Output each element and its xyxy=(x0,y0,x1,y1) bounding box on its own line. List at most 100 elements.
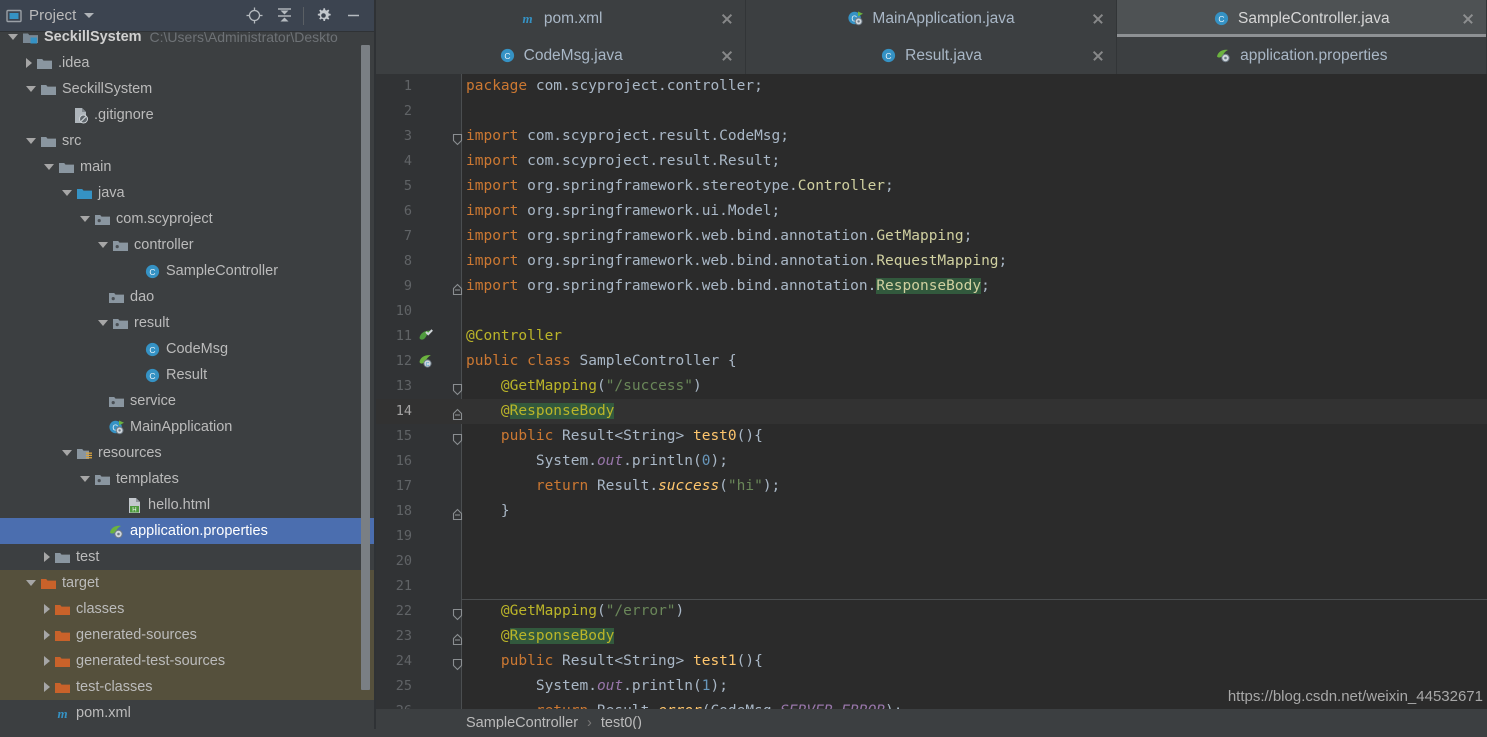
tree-node-target[interactable]: target xyxy=(0,570,374,596)
tree-node-generated-test-sources[interactable]: generated-test-sources xyxy=(0,648,374,674)
code-line-7[interactable]: 7 import org.springframework.web.bind.ann… xyxy=(376,224,1487,249)
project-tree-scrollbar[interactable] xyxy=(361,45,370,690)
tree-node-result[interactable]: C Result xyxy=(0,362,374,388)
code-text[interactable]: System.out.println(1); xyxy=(466,674,728,699)
tree-node-com-scyproject[interactable]: com.scyproject xyxy=(0,206,374,232)
tree-toggle-expanded-icon[interactable] xyxy=(98,320,108,326)
tree-toggle-expanded-icon[interactable] xyxy=(8,34,18,40)
tree-node-seckillsystem[interactable]: SeckillSystem C:\Users\Administrator\Desk… xyxy=(0,24,374,50)
code-text[interactable]: @GetMapping("/success") xyxy=(466,374,702,399)
tree-toggle-expanded-icon[interactable] xyxy=(98,242,108,248)
code-text[interactable]: import org.springframework.web.bind.anno… xyxy=(466,274,990,299)
code-text[interactable]: public class SampleController { xyxy=(466,349,737,374)
tree-toggle-expanded-icon[interactable] xyxy=(26,86,36,92)
project-tree[interactable]: SeckillSystem C:\Users\Administrator\Desk… xyxy=(0,24,374,729)
tree-toggle-expanded-icon[interactable] xyxy=(80,476,90,482)
code-text[interactable]: import org.springframework.web.bind.anno… xyxy=(466,224,972,249)
code-text[interactable]: public Result<String> test0(){ xyxy=(466,424,763,449)
code-line-1[interactable]: 1 package com.scyproject.controller; xyxy=(376,74,1487,99)
tree-node-seckillsystem[interactable]: SeckillSystem xyxy=(0,76,374,102)
editor-tab-samplecontroller-java[interactable]: C SampleController.java xyxy=(1116,0,1487,37)
tree-toggle-collapsed-icon[interactable] xyxy=(44,682,50,692)
chevron-down-icon[interactable] xyxy=(84,13,95,18)
code-line-17[interactable]: 17 return Result.success("hi"); xyxy=(376,474,1487,499)
code-line-24[interactable]: 24 public Result<String> test1(){ xyxy=(376,649,1487,674)
tree-node-classes[interactable]: classes xyxy=(0,596,374,622)
tree-toggle-collapsed-icon[interactable] xyxy=(26,58,32,68)
editor-tab-result-java[interactable]: C Result.java xyxy=(746,37,1117,74)
code-text[interactable]: @GetMapping("/error") xyxy=(466,599,684,624)
fold-expanded-icon[interactable] xyxy=(452,605,463,621)
tree-toggle-expanded-icon[interactable] xyxy=(80,216,90,222)
code-line-21[interactable]: 21 xyxy=(376,574,1487,599)
code-text[interactable]: System.out.println(0); xyxy=(466,449,728,474)
code-text[interactable]: import com.scyproject.result.Result; xyxy=(466,149,780,174)
tab-close-icon[interactable] xyxy=(1092,13,1104,25)
code-line-8[interactable]: 8 import org.springframework.web.bind.ann… xyxy=(376,249,1487,274)
code-text[interactable]: @Controller xyxy=(466,324,562,349)
editor-tab-mainapplication-java[interactable]: C MainApplication.java xyxy=(746,0,1117,37)
tree-node-templates[interactable]: templates xyxy=(0,466,374,492)
tree-node-samplecontroller[interactable]: C SampleController xyxy=(0,258,374,284)
code-line-20[interactable]: 20 xyxy=(376,549,1487,574)
tree-node-resources[interactable]: resources xyxy=(0,440,374,466)
fold-expanded-icon[interactable] xyxy=(452,655,463,671)
code-text[interactable]: import org.springframework.stereotype.Co… xyxy=(466,174,894,199)
code-text[interactable]: package com.scyproject.controller; xyxy=(466,74,763,99)
code-line-6[interactable]: 6 import org.springframework.ui.Model; xyxy=(376,199,1487,224)
tree-toggle-expanded-icon[interactable] xyxy=(62,190,72,196)
tab-close-icon[interactable] xyxy=(1462,13,1474,25)
code-line-19[interactable]: 19 xyxy=(376,524,1487,549)
code-text[interactable]: return Result.success("hi"); xyxy=(466,474,780,499)
tree-node-controller[interactable]: controller xyxy=(0,232,374,258)
fold-end-icon[interactable] xyxy=(452,280,463,296)
tree-toggle-collapsed-icon[interactable] xyxy=(44,656,50,666)
tree-node-pom-xml[interactable]: m pom.xml xyxy=(0,700,374,726)
code-line-11[interactable]: 11 @Controller xyxy=(376,324,1487,349)
tree-node-application-properties[interactable]: application.properties xyxy=(0,518,374,544)
fold-end-icon[interactable] xyxy=(452,405,463,421)
code-line-2[interactable]: 2 xyxy=(376,99,1487,124)
code-line-18[interactable]: 18 } xyxy=(376,499,1487,524)
fold-expanded-icon[interactable] xyxy=(452,430,463,446)
tree-node-main[interactable]: main xyxy=(0,154,374,180)
spring-bean-icon[interactable] xyxy=(418,328,435,345)
tree-toggle-collapsed-icon[interactable] xyxy=(44,604,50,614)
editor-tab-codemsg-java[interactable]: C CodeMsg.java xyxy=(376,37,747,74)
code-line-4[interactable]: 4 import com.scyproject.result.Result; xyxy=(376,149,1487,174)
code-text[interactable]: @ResponseBody xyxy=(466,399,615,424)
editor-tab-pom-xml[interactable]: m pom.xml xyxy=(376,0,747,37)
code-text[interactable]: import org.springframework.web.bind.anno… xyxy=(466,249,1007,274)
fold-end-icon[interactable] xyxy=(452,630,463,646)
tree-toggle-collapsed-icon[interactable] xyxy=(44,630,50,640)
fold-expanded-icon[interactable] xyxy=(452,130,463,146)
tree-toggle-collapsed-icon[interactable] xyxy=(44,552,50,562)
tree-node-dao[interactable]: dao xyxy=(0,284,374,310)
fold-end-icon[interactable] xyxy=(452,505,463,521)
code-line-16[interactable]: 16 System.out.println(0); xyxy=(376,449,1487,474)
tree-node-generated-sources[interactable]: generated-sources xyxy=(0,622,374,648)
tree-node-java[interactable]: java xyxy=(0,180,374,206)
code-text[interactable]: import org.springframework.ui.Model; xyxy=(466,199,780,224)
code-line-13[interactable]: 13 @GetMapping("/success") xyxy=(376,374,1487,399)
editor-tab-application-properties[interactable]: application.properties xyxy=(1117,37,1487,74)
tree-node-gitignore[interactable]: .gitignore xyxy=(0,102,374,128)
code-text[interactable]: @ResponseBody xyxy=(466,624,615,649)
code-lines[interactable]: 1 package com.scyproject.controller; 2 3 imp… xyxy=(376,74,1487,724)
tree-node-mainapplication[interactable]: C MainApplication xyxy=(0,414,374,440)
code-line-3[interactable]: 3 import com.scyproject.result.CodeMsg; xyxy=(376,124,1487,149)
spring-config-icon[interactable]: C xyxy=(418,353,435,370)
code-text[interactable]: public Result<String> test1(){ xyxy=(466,649,763,674)
fold-expanded-icon[interactable] xyxy=(452,380,463,396)
tree-node-service[interactable]: service xyxy=(0,388,374,414)
tab-close-icon[interactable] xyxy=(721,13,733,25)
tree-node-test-classes[interactable]: test-classes xyxy=(0,674,374,700)
tree-toggle-expanded-icon[interactable] xyxy=(26,580,36,586)
tree-node-hello-html[interactable]: Hhello.html xyxy=(0,492,374,518)
code-line-22[interactable]: 22 @GetMapping("/error") xyxy=(376,599,1487,624)
tree-node-codemsg[interactable]: C CodeMsg xyxy=(0,336,374,362)
code-line-9[interactable]: 9 import org.springframework.web.bind.ann… xyxy=(376,274,1487,299)
tree-node-result[interactable]: result xyxy=(0,310,374,336)
code-editor[interactable]: 1 package com.scyproject.controller; 2 3 imp… xyxy=(376,74,1487,737)
tree-toggle-expanded-icon[interactable] xyxy=(26,138,36,144)
